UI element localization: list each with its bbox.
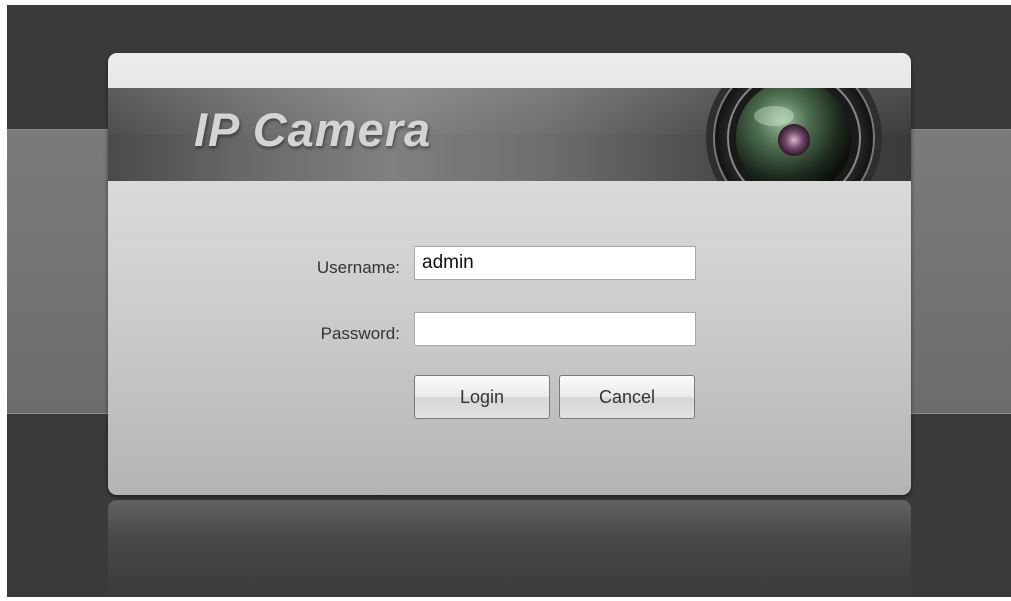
password-input[interactable] <box>414 312 696 346</box>
panel-reflection <box>108 500 911 597</box>
username-label: Username: <box>316 258 400 277</box>
username-input[interactable] <box>414 246 696 280</box>
login-panel: IP Camera Username: admin Password: Logi… <box>108 53 911 495</box>
app-title: IP Camera <box>194 103 432 156</box>
header-banner: IP Camera <box>108 88 911 181</box>
password-label: Password: <box>320 324 400 343</box>
login-page-background: IP Camera Username: admin Password: Logi… <box>7 5 1011 597</box>
cancel-button[interactable]: Cancel <box>559 375 695 419</box>
login-button[interactable]: Login <box>414 375 550 419</box>
camera-lens-icon <box>706 88 882 181</box>
